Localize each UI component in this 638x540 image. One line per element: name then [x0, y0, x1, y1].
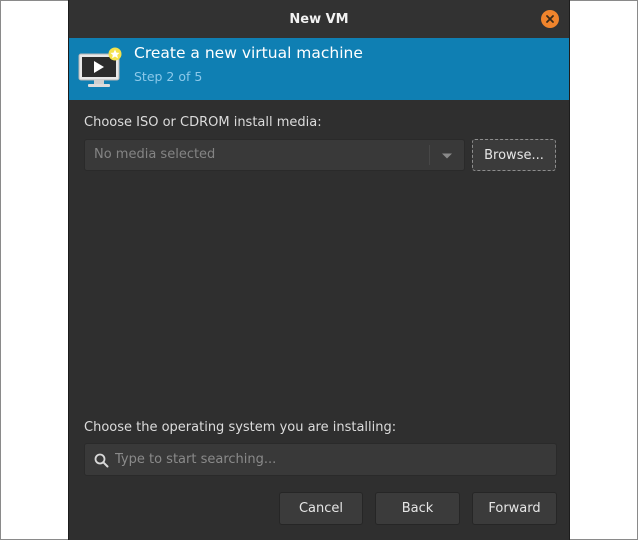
back-button[interactable]: Back — [375, 492, 460, 525]
header-title: Create a new virtual machine — [134, 44, 363, 62]
window-title: New VM — [289, 11, 349, 27]
os-search-input[interactable] — [115, 448, 545, 471]
new-vm-dialog: New VM Create a new virtual machine Step… — [68, 0, 570, 540]
step-indicator: Step 2 of 5 — [134, 69, 203, 84]
os-search-box[interactable] — [84, 443, 557, 476]
install-media-value: No media selected — [94, 147, 216, 162]
install-media-label: Choose ISO or CDROM install media: — [84, 115, 322, 130]
install-media-combobox[interactable]: No media selected — [84, 139, 465, 171]
cancel-button[interactable]: Cancel — [279, 492, 363, 525]
search-icon — [94, 453, 109, 468]
combo-separator — [429, 145, 430, 165]
os-label: Choose the operating system you are inst… — [84, 420, 397, 435]
wizard-header: Create a new virtual machine Step 2 of 5 — [69, 38, 569, 100]
dropdown-arrow-icon[interactable] — [441, 152, 453, 160]
forward-button[interactable]: Forward — [472, 492, 557, 525]
close-button[interactable] — [541, 10, 559, 28]
browse-button[interactable]: Browse... — [472, 139, 556, 171]
virtual-machine-icon — [78, 47, 122, 87]
close-icon — [546, 15, 554, 23]
titlebar: New VM — [69, 0, 569, 38]
